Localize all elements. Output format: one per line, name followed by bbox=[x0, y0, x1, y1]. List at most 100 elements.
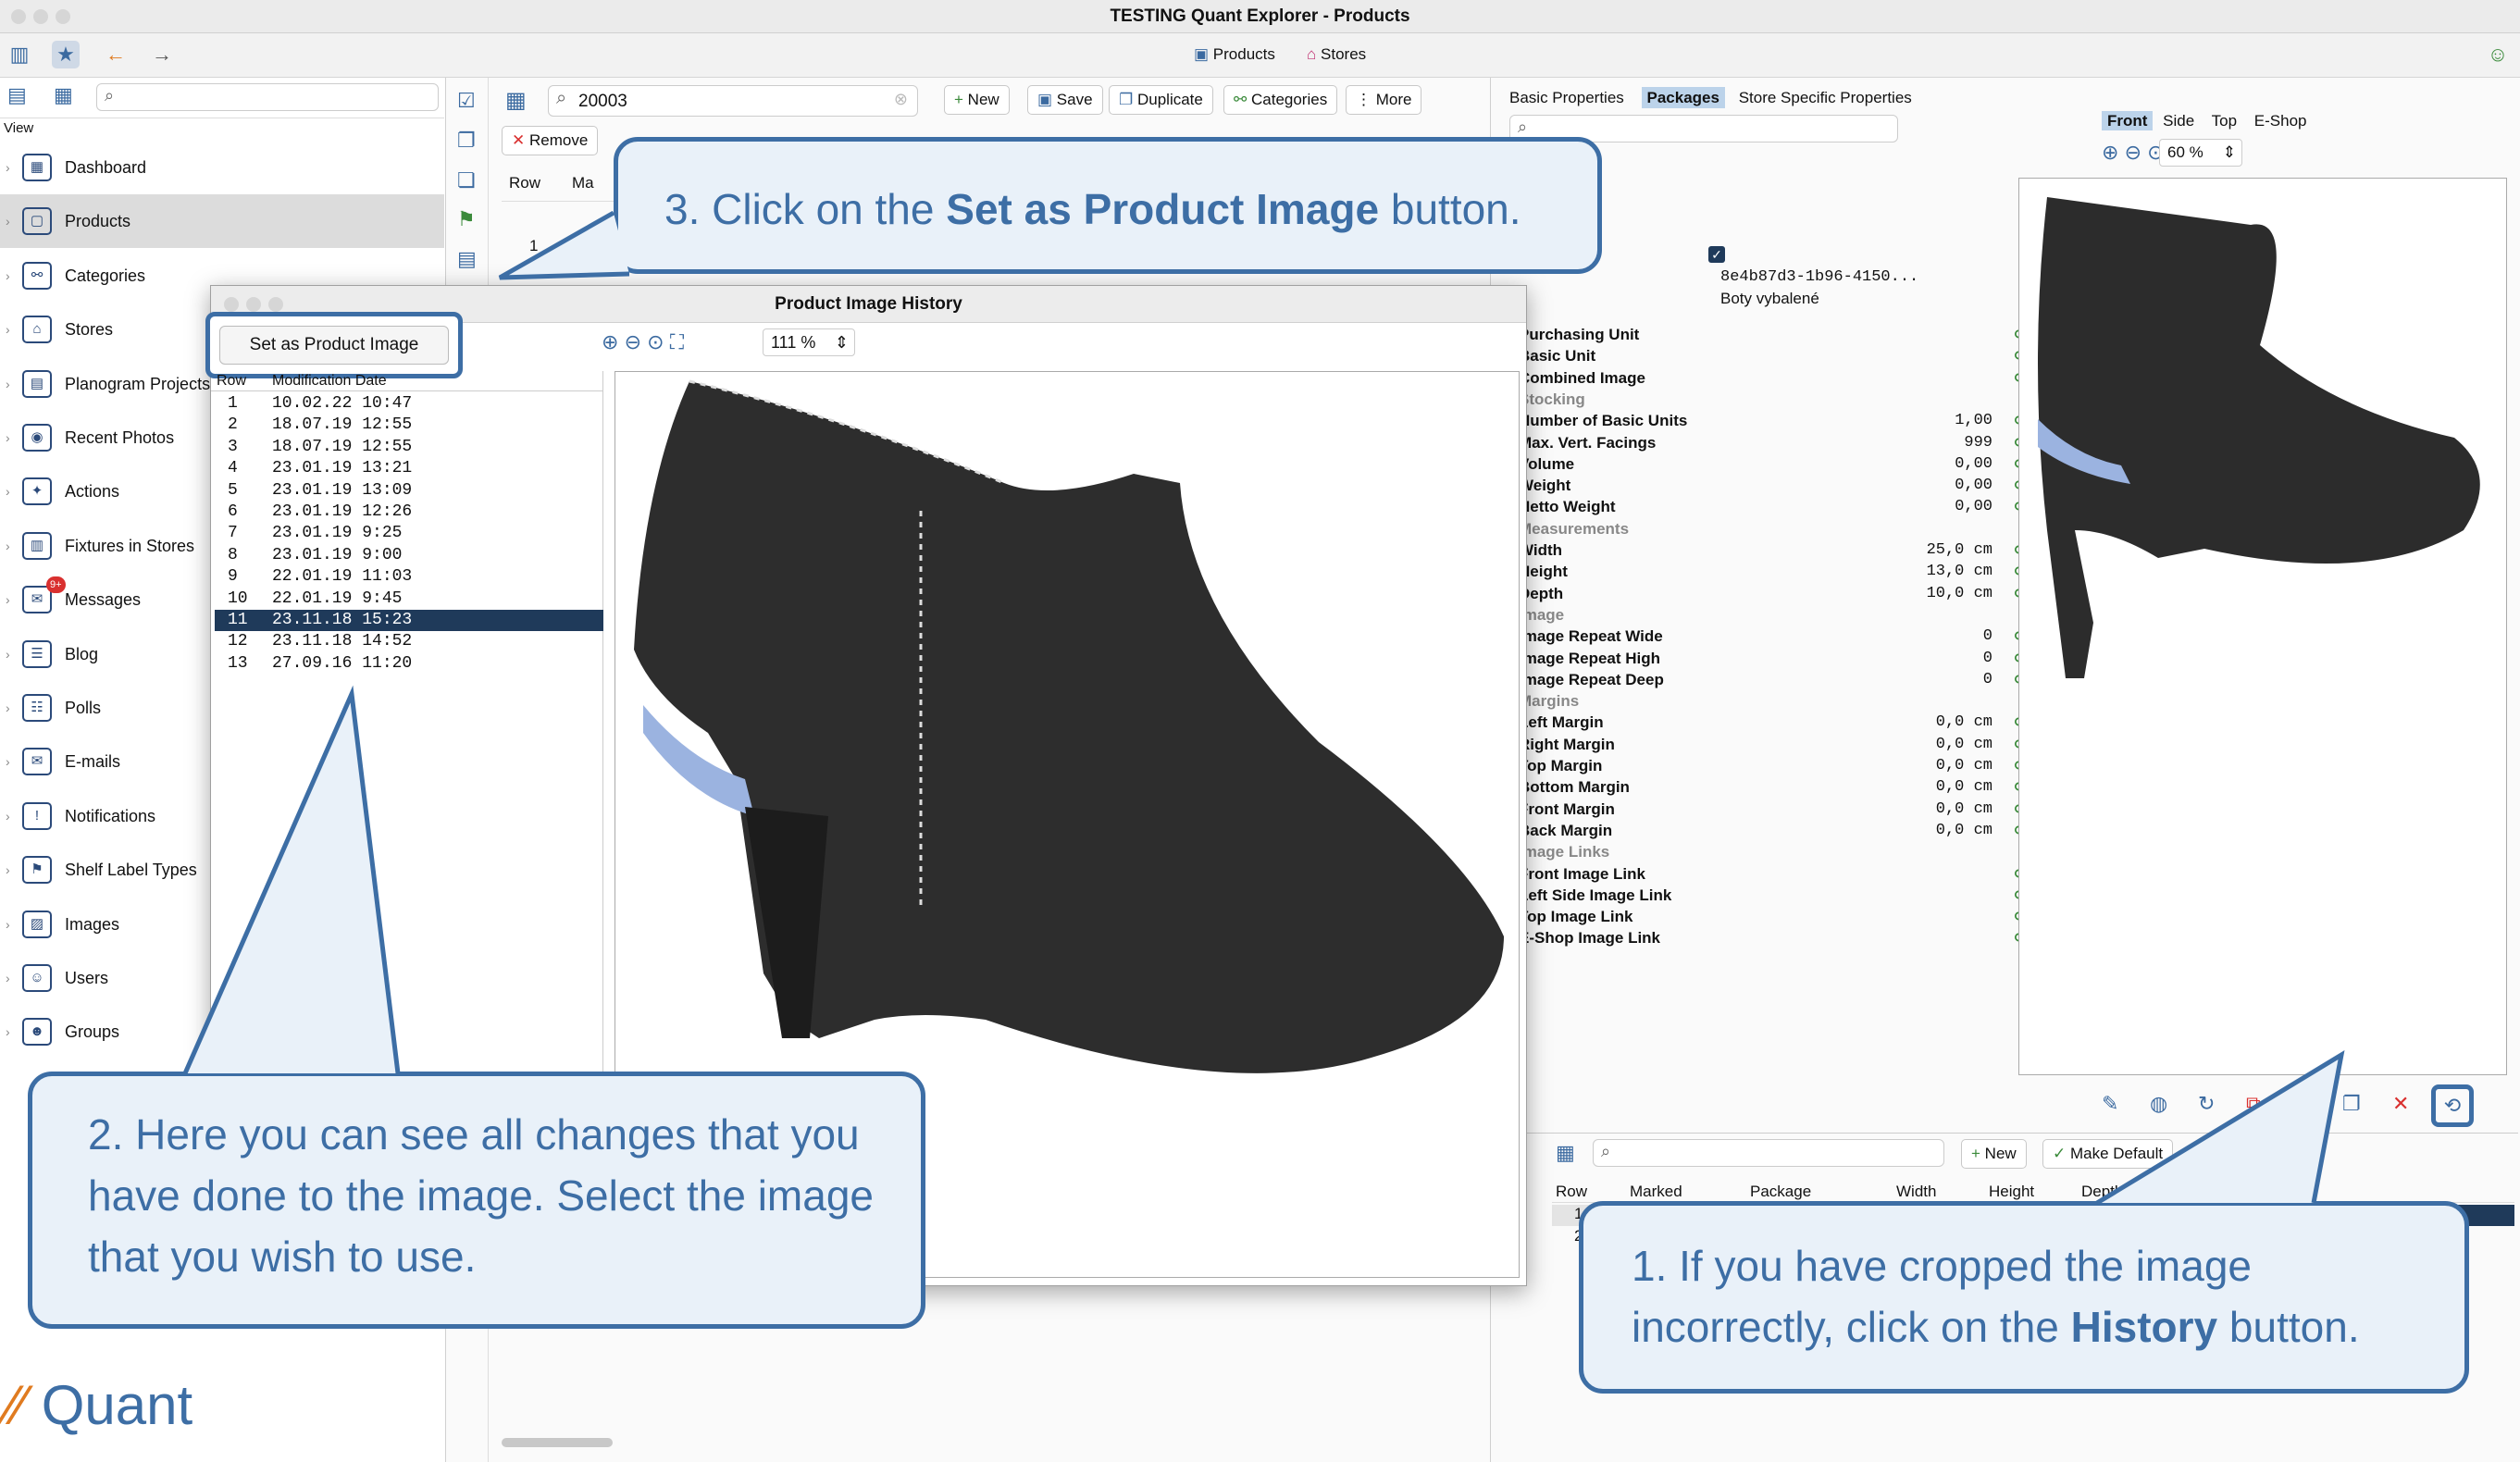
minimize-dialog-button[interactable] bbox=[246, 297, 261, 312]
categories-button[interactable]: ⚯ Categories bbox=[1223, 85, 1338, 115]
flag-icon[interactable]: ⚑ bbox=[457, 207, 476, 231]
horizontal-scrollbar[interactable] bbox=[502, 1438, 613, 1447]
tab-top[interactable]: Top bbox=[2212, 112, 2237, 130]
property-row[interactable]: Image Repeat Deep0⟳⚑ bbox=[1519, 669, 2037, 690]
property-row[interactable]: Depth10,0 cm⟳⚑ bbox=[1519, 583, 2037, 604]
close-dialog-button[interactable] bbox=[224, 297, 239, 312]
products-table-row[interactable]: 1 bbox=[529, 237, 538, 255]
tab-store-specific-properties[interactable]: Store Specific Properties bbox=[1739, 89, 1912, 106]
property-row[interactable]: Width25,0 cm⟳⚑ bbox=[1519, 539, 2037, 561]
property-row[interactable]: Basic Unit⟳⚑ bbox=[1519, 345, 2037, 366]
property-row[interactable]: Max. Vert. Facings999⟳⚑ bbox=[1519, 432, 2037, 453]
property-row[interactable]: Left Margin0,0 cm⟳⚑ bbox=[1519, 712, 2037, 733]
zoom-actual-icon[interactable]: ⊙ bbox=[647, 330, 664, 353]
chevron-right-icon[interactable]: › bbox=[6, 249, 10, 303]
chevron-right-icon[interactable]: › bbox=[6, 735, 10, 788]
favorites-star-icon[interactable]: ★ bbox=[52, 41, 80, 68]
tab-eshop[interactable]: E-Shop bbox=[2254, 112, 2307, 130]
property-row[interactable]: E-Shop Image Link⟳⚑ bbox=[1519, 927, 2037, 948]
chevron-right-icon[interactable]: › bbox=[6, 411, 10, 465]
property-row[interactable]: Front Image Link⟳⚑ bbox=[1519, 863, 2037, 885]
flag-image-icon[interactable]: ⚑ bbox=[2294, 1092, 2313, 1116]
chevron-right-icon[interactable]: › bbox=[6, 357, 10, 411]
chevron-right-icon[interactable]: › bbox=[6, 573, 10, 626]
history-row[interactable]: 7 23.01.19 9:25 bbox=[215, 523, 603, 544]
tab-front[interactable]: Front bbox=[2102, 111, 2154, 130]
forward-arrow-icon[interactable]: → bbox=[148, 41, 176, 68]
tab-side[interactable]: Side bbox=[2163, 112, 2194, 130]
sidebar-grid-icon[interactable]: ▦ bbox=[54, 83, 73, 107]
checklist-icon[interactable]: ☑ bbox=[457, 89, 476, 113]
history-row[interactable]: 1 10.02.22 10:47 bbox=[215, 393, 603, 415]
property-row[interactable]: Height13,0 cm⟳⚑ bbox=[1519, 561, 2037, 582]
property-row[interactable]: Left Side Image Link⟳⚑ bbox=[1519, 885, 2037, 906]
remove-button[interactable]: ✕ Remove bbox=[502, 126, 599, 155]
more-button[interactable]: ⋮ More bbox=[1346, 85, 1422, 115]
property-row[interactable]: Purchasing Unit⟳⚑ bbox=[1519, 324, 2037, 345]
sidebar-search-input[interactable]: ⌕ bbox=[96, 83, 439, 111]
history-row[interactable]: 3 18.07.19 12:55 bbox=[215, 437, 603, 458]
history-row[interactable]: 10 22.01.19 9:45 bbox=[215, 589, 603, 610]
chevron-right-icon[interactable]: › bbox=[6, 898, 10, 951]
property-row[interactable]: Combined Image⟳⚑ bbox=[1519, 367, 2037, 389]
history-row[interactable]: 4 23.01.19 13:21 bbox=[215, 458, 603, 479]
history-row[interactable]: 12 23.11.18 14:52 bbox=[215, 631, 603, 652]
chevron-right-icon[interactable]: › bbox=[6, 194, 10, 248]
sidebar-item-products[interactable]: › ▢ Products bbox=[0, 194, 444, 249]
table-view-icon[interactable]: ▦ bbox=[505, 87, 527, 114]
property-row[interactable]: Number of Basic Units1,00⟳⚑ bbox=[1519, 410, 2037, 431]
new-package-button[interactable]: + New bbox=[1961, 1139, 2027, 1169]
history-row[interactable]: 13 27.09.16 11:20 bbox=[215, 653, 603, 675]
chevron-right-icon[interactable]: › bbox=[6, 951, 10, 1005]
paste-icon[interactable]: ❏ bbox=[457, 168, 476, 192]
checked-checkbox[interactable]: ✓ bbox=[1708, 246, 1725, 263]
zoom-fit-icon[interactable]: ⛶ bbox=[670, 330, 684, 353]
maximize-window-button[interactable] bbox=[56, 9, 70, 24]
image-zoom-field[interactable]: 60 % ⇕ bbox=[2159, 139, 2242, 167]
table-view-icon[interactable]: ▦ bbox=[1556, 1141, 1575, 1165]
refresh-image-icon[interactable]: ↻ bbox=[2198, 1092, 2215, 1116]
chevron-right-icon[interactable]: › bbox=[6, 681, 10, 735]
property-row[interactable]: Bottom Margin0,0 cm⟳⚑ bbox=[1519, 776, 2037, 798]
crop-image-icon[interactable]: ⧉ bbox=[2246, 1092, 2261, 1116]
maximize-dialog-button[interactable] bbox=[268, 297, 283, 312]
sidebar-item-dashboard[interactable]: › ▦ Dashboard bbox=[0, 141, 444, 194]
chevron-right-icon[interactable]: › bbox=[6, 843, 10, 897]
property-row[interactable]: Image Repeat High0⟳⚑ bbox=[1519, 648, 2037, 669]
document-icon[interactable]: ▤ bbox=[457, 247, 477, 271]
zoom-out-icon[interactable]: ⊖ bbox=[625, 330, 641, 353]
property-row[interactable]: Netto Weight0,00⟳⚑ bbox=[1519, 496, 2037, 517]
zoom-in-icon[interactable]: ⊕ bbox=[2102, 141, 2118, 164]
back-arrow-icon[interactable]: ← bbox=[102, 41, 130, 68]
property-row[interactable]: Back Margin0,0 cm⟳⚑ bbox=[1519, 820, 2037, 841]
history-row[interactable]: 9 22.01.19 11:03 bbox=[215, 566, 603, 588]
topnav-stores[interactable]: ⌂ Stores bbox=[1307, 43, 1366, 67]
dialog-zoom-field[interactable]: 111 % ⇕ bbox=[763, 328, 855, 356]
property-row[interactable]: Front Margin0,0 cm⟳⚑ bbox=[1519, 799, 2037, 820]
chevron-right-icon[interactable]: › bbox=[6, 303, 10, 356]
minimize-window-button[interactable] bbox=[33, 9, 48, 24]
history-row[interactable]: 11 23.11.18 15:23 bbox=[215, 610, 603, 631]
packages-search-input[interactable]: ⌕ bbox=[1593, 1139, 1944, 1167]
zoom-in-icon[interactable]: ⊕ bbox=[602, 330, 618, 353]
set-as-product-image-button[interactable]: Set as Product Image bbox=[219, 326, 449, 365]
delete-image-icon[interactable]: ✕ bbox=[2392, 1092, 2409, 1116]
copy-image-icon[interactable]: ❐ bbox=[2342, 1092, 2361, 1116]
property-row[interactable]: Weight0,00⟳⚑ bbox=[1519, 475, 2037, 496]
chevron-right-icon[interactable]: › bbox=[6, 465, 10, 518]
property-row[interactable]: Top Margin0,0 cm⟳⚑ bbox=[1519, 755, 2037, 776]
history-button[interactable]: ⟲ bbox=[2431, 1084, 2474, 1127]
sidebar-toggle-icon[interactable]: ▥ bbox=[6, 41, 33, 68]
clear-search-icon[interactable]: ⊗ bbox=[894, 90, 908, 109]
chevron-right-icon[interactable]: › bbox=[6, 1005, 10, 1059]
close-window-button[interactable] bbox=[11, 9, 26, 24]
duplicate-button[interactable]: ❐ Duplicate bbox=[1109, 85, 1213, 115]
copy-icon[interactable]: ❐ bbox=[457, 129, 476, 153]
property-row[interactable]: Top Image Link⟳⚑ bbox=[1519, 906, 2037, 927]
tab-basic-properties[interactable]: Basic Properties bbox=[1509, 89, 1624, 106]
sidebar-list-icon[interactable]: ▤ bbox=[7, 83, 27, 107]
web-image-icon[interactable]: ◍ bbox=[2150, 1092, 2167, 1116]
history-row[interactable]: 6 23.01.19 12:26 bbox=[215, 502, 603, 523]
chevron-right-icon[interactable]: › bbox=[6, 519, 10, 573]
history-row[interactable]: 2 18.07.19 12:55 bbox=[215, 415, 603, 436]
